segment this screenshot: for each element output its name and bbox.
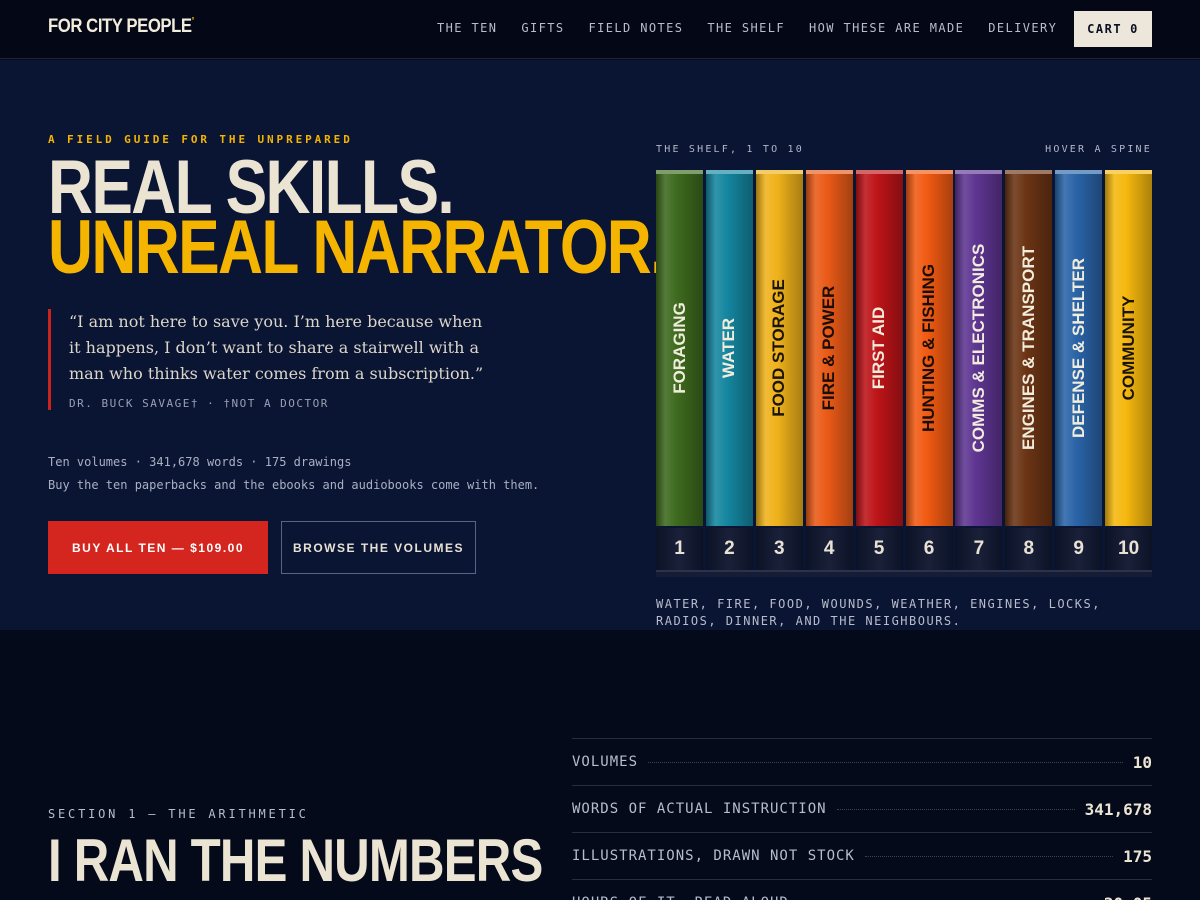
bundle-line: Buy the ten paperbacks and the ebooks an… [48, 478, 540, 492]
stat-label: WORDS OF ACTUAL INSTRUCTION [572, 801, 827, 817]
nav-link-gifts[interactable]: GIFTS [521, 21, 564, 35]
book-spine[interactable]: FOOD STORAGE 3 [755, 170, 803, 570]
hero-stats: Ten volumes · 341,678 words · 175 drawin… [48, 451, 539, 497]
nav-link-the-ten[interactable]: THE TEN [437, 21, 497, 35]
stats-line: Ten volumes · 341,678 words · 175 drawin… [48, 455, 352, 469]
headline-line-2: UNREAL NARRATOR. [48, 205, 667, 290]
spine-number: 10 [1105, 528, 1153, 570]
brand-logo-text: FOR CITY PEOPLE [48, 16, 192, 37]
nav-link-the-shelf[interactable]: THE SHELF [707, 21, 785, 35]
spine-number: 7 [955, 528, 1003, 570]
spine-title: FORAGING [669, 302, 689, 394]
stat-value: 175 [1123, 846, 1152, 866]
stat-label: ILLUSTRATIONS, DRAWN NOT STOCK [572, 848, 855, 864]
nav-link-delivery[interactable]: DELIVERY [988, 21, 1057, 35]
spine-number: 3 [755, 528, 803, 570]
spine-number: 8 [1005, 528, 1053, 570]
stat-row: HOURS OF IT, READ ALOUD 20.05 [572, 879, 1152, 900]
dot-leader [836, 808, 1075, 810]
quote-attribution: DR. BUCK SAVAGE† · †NOT A DOCTOR [69, 397, 329, 410]
quote-text: “I am not here to save you. I’m here bec… [69, 312, 484, 383]
stat-row: ILLUSTRATIONS, DRAWN NOT STOCK 175 [572, 832, 1152, 879]
cart-label: CART [1087, 22, 1123, 36]
stat-value: 20.05 [1104, 894, 1152, 900]
shelf-hint: HOVER A SPINE [1045, 144, 1152, 155]
book-shelf: FORAGING 1 WATER 2 FOOD STORAGE 3 FIRE & POWER… [656, 170, 1153, 575]
brand-logo[interactable]: FOR CITY PEOPLE° [48, 16, 194, 38]
spine-title: FIRST AID [869, 306, 889, 390]
book-spine[interactable]: COMMUNITY 10 [1105, 170, 1153, 570]
spine-title: DEFENSE & SHELTER [1068, 257, 1088, 439]
book-spine[interactable]: DEFENSE & SHELTER 9 [1055, 170, 1103, 570]
stat-row: VOLUMES 10 [572, 738, 1152, 785]
spine-number: 9 [1055, 528, 1103, 570]
stat-label: HOURS OF IT, READ ALOUD [572, 895, 789, 900]
shelf-caption: WATER, FIRE, FOOD, WOUNDS, WEATHER, ENGI… [656, 597, 1101, 628]
numbers-table: VOLUMES 10 WORDS OF ACTUAL INSTRUCTION 341,… [572, 738, 1152, 900]
book-spine[interactable]: COMMS & ELECTRONICS 7 [955, 170, 1003, 570]
book-spine[interactable]: ENGINES & TRANSPORT 8 [1005, 170, 1053, 570]
arithmetic-section: SECTION 1 — THE ARITHMETIC I RAN THE NUM… [0, 630, 1200, 900]
spine-number: 2 [705, 528, 753, 570]
stat-label: VOLUMES [572, 754, 639, 770]
spine-number: 5 [855, 528, 903, 570]
hero-headline: REAL SKILLS. UNREAL NARRATOR. [48, 150, 667, 290]
book-spine[interactable]: FIRE & POWER 4 [805, 170, 853, 570]
spine-title: WATER [719, 317, 739, 379]
main-nav: THE TEN GIFTS FIELD NOTES THE SHELF HOW … [437, 21, 1057, 35]
book-spine[interactable]: FORAGING 1 [656, 170, 703, 570]
stat-value: 10 [1132, 752, 1152, 772]
book-spine[interactable]: WATER 2 [705, 170, 753, 570]
spine-title: HUNTING & FISHING [919, 263, 938, 433]
nav-link-field-notes[interactable]: FIELD NOTES [589, 21, 684, 35]
spine-title: FOOD STORAGE [769, 279, 789, 417]
top-nav-bar: FOR CITY PEOPLE° THE TEN GIFTS FIELD NOT… [0, 0, 1200, 59]
book-spine[interactable]: FIRST AID 5 [855, 170, 903, 570]
dot-leader [648, 761, 1123, 763]
spine-number: 6 [905, 528, 953, 570]
book-spine[interactable]: HUNTING & FISHING 6 [905, 170, 953, 570]
stat-value: 341,678 [1084, 799, 1152, 819]
stat-row: WORDS OF ACTUAL INSTRUCTION 341,678 [572, 785, 1152, 832]
shelf-label: THE SHELF, 1 TO 10 [656, 144, 804, 155]
spine-title: ENGINES & TRANSPORT [1018, 245, 1038, 451]
spine-number: 4 [805, 528, 853, 570]
section-title: I RAN THE NUMBERS [48, 827, 543, 894]
spine-number: 1 [656, 528, 703, 570]
cart-count: 0 [1130, 22, 1139, 36]
narrator-quote: “I am not here to save you. I’m here bec… [48, 309, 498, 410]
nav-link-how-made[interactable]: HOW THESE ARE MADE [809, 21, 964, 35]
browse-volumes-button[interactable]: BROWSE THE VOLUMES [281, 521, 476, 574]
trademark-mark: ° [191, 16, 195, 25]
cart-button[interactable]: CART 0 [1074, 11, 1152, 47]
buy-all-button[interactable]: BUY ALL TEN — $109.00 [48, 521, 268, 574]
shelf-plank [656, 570, 1152, 577]
hero-section: A FIELD GUIDE FOR THE UNPREPARED REAL SK… [0, 60, 1200, 630]
spine-title: FIRE & POWER [819, 285, 839, 411]
spine-title: COMMS & ELECTRONICS [968, 243, 988, 453]
section-eyebrow: SECTION 1 — THE ARITHMETIC [48, 807, 309, 821]
dot-leader [864, 855, 1114, 857]
spine-title: COMMUNITY [1118, 295, 1138, 401]
